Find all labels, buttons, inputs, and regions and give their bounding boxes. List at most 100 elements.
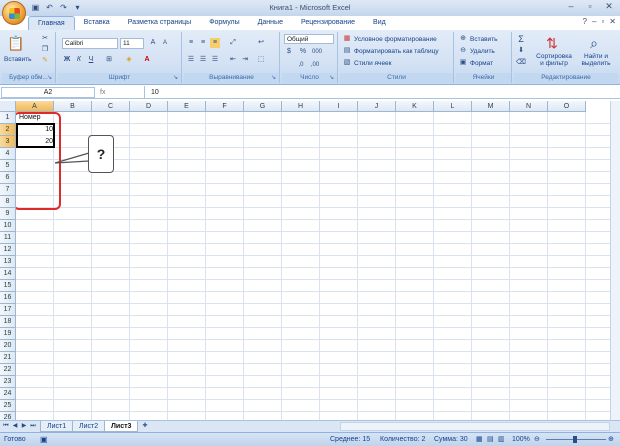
close-button[interactable]: ✕: [600, 1, 618, 13]
column-header-g[interactable]: G: [244, 101, 282, 112]
align-middle-icon[interactable]: ≡: [198, 38, 208, 48]
align-center-icon[interactable]: ☰: [198, 55, 208, 65]
row-header-12[interactable]: 12: [0, 244, 16, 256]
tab-review[interactable]: Рецензирование: [292, 16, 364, 30]
find-select-button[interactable]: Найти и выделить: [576, 53, 616, 67]
delete-cells-icon[interactable]: ⊖: [458, 46, 468, 56]
row-header-13[interactable]: 13: [0, 256, 16, 268]
bold-button[interactable]: Ж: [62, 55, 72, 65]
underline-button[interactable]: Ч: [86, 55, 96, 65]
zoom-out-icon[interactable]: ⊖: [534, 433, 540, 446]
thousands-button[interactable]: 000: [312, 47, 322, 57]
number-launcher-icon[interactable]: ↘: [329, 75, 336, 82]
ribbon-close-icon[interactable]: ✕: [609, 17, 616, 26]
column-header-k[interactable]: K: [396, 101, 434, 112]
text-orientation-icon[interactable]: ⤢: [228, 38, 238, 48]
decrease-indent-icon[interactable]: ⇤: [228, 55, 238, 65]
view-layout-icon[interactable]: ▤: [487, 433, 494, 446]
column-header-e[interactable]: E: [168, 101, 206, 112]
help-icon[interactable]: ?: [583, 17, 587, 26]
row-header-16[interactable]: 16: [0, 292, 16, 304]
format-cells-icon[interactable]: ▣: [458, 58, 468, 68]
find-select-icon[interactable]: ⌕: [584, 34, 604, 52]
zoom-in-icon[interactable]: ⊕: [608, 433, 614, 446]
insert-cells-button[interactable]: Вставить: [470, 36, 498, 43]
row-header-23[interactable]: 23: [0, 376, 16, 388]
wrap-text-icon[interactable]: ↩: [256, 38, 266, 48]
row-header-6[interactable]: 6: [0, 172, 16, 184]
align-right-icon[interactable]: ☰: [210, 55, 220, 65]
clipboard-launcher-icon[interactable]: ↘: [47, 75, 54, 82]
insert-cells-icon[interactable]: ⊕: [458, 34, 468, 44]
font-size-select[interactable]: 11: [120, 38, 144, 49]
sheet-tab-3[interactable]: Лист3: [104, 421, 139, 432]
row-header-21[interactable]: 21: [0, 352, 16, 364]
vertical-scrollbar[interactable]: [610, 101, 620, 420]
last-sheet-icon[interactable]: ⏭: [29, 422, 37, 431]
column-header-o[interactable]: O: [548, 101, 586, 112]
fill-color-icon[interactable]: ◈: [124, 55, 134, 65]
row-header-18[interactable]: 18: [0, 316, 16, 328]
column-header-c[interactable]: C: [92, 101, 130, 112]
tab-formulas[interactable]: Формулы: [200, 16, 248, 30]
column-header-i[interactable]: I: [320, 101, 358, 112]
column-header-h[interactable]: H: [282, 101, 320, 112]
conditional-format-icon[interactable]: ▦: [342, 34, 352, 44]
row-header-1[interactable]: 1: [0, 112, 16, 124]
cell-styles-icon[interactable]: ▧: [342, 58, 352, 68]
fx-label[interactable]: fx: [100, 87, 140, 98]
paste-icon[interactable]: 📋: [6, 34, 26, 52]
insert-sheet-icon[interactable]: ✚: [140, 422, 150, 431]
copy-icon[interactable]: ❐: [40, 45, 50, 55]
row-header-15[interactable]: 15: [0, 280, 16, 292]
align-top-icon[interactable]: ≡: [186, 38, 196, 48]
sort-filter-icon[interactable]: ⇅: [542, 34, 562, 52]
decrease-decimal-icon[interactable]: ,00: [310, 60, 320, 70]
column-header-j[interactable]: J: [358, 101, 396, 112]
horizontal-scrollbar[interactable]: [340, 422, 610, 431]
number-format-select[interactable]: Общий: [284, 34, 334, 44]
row-header-20[interactable]: 20: [0, 340, 16, 352]
tab-home[interactable]: Главная: [28, 16, 75, 30]
tab-insert[interactable]: Вставка: [75, 16, 119, 30]
view-normal-icon[interactable]: ▦: [476, 433, 483, 446]
zoom-slider-thumb[interactable]: [573, 436, 577, 443]
sheet-tab-1[interactable]: Лист1: [40, 421, 74, 432]
fill-icon[interactable]: ⬇: [516, 46, 526, 56]
autosum-button[interactable]: Σ: [516, 34, 526, 44]
currency-icon[interactable]: $: [284, 47, 294, 57]
sort-filter-button[interactable]: Сортировка и фильтр: [536, 53, 572, 67]
alignment-launcher-icon[interactable]: ↘: [271, 75, 278, 82]
row-header-9[interactable]: 9: [0, 208, 16, 220]
row-header-10[interactable]: 10: [0, 220, 16, 232]
increase-decimal-icon[interactable]: ,0: [296, 60, 306, 70]
row-header-7[interactable]: 7: [0, 184, 16, 196]
row-header-17[interactable]: 17: [0, 304, 16, 316]
row-header-3[interactable]: 3: [0, 136, 16, 148]
row-header-4[interactable]: 4: [0, 148, 16, 160]
zoom-level[interactable]: 100%: [512, 433, 530, 446]
font-color-icon[interactable]: A: [142, 55, 152, 65]
ribbon-restore-icon[interactable]: ▫: [601, 17, 604, 26]
first-sheet-icon[interactable]: ⏮: [2, 422, 10, 431]
tab-view[interactable]: Вид: [364, 16, 395, 30]
delete-cells-button[interactable]: Удалить: [470, 48, 495, 55]
paste-button[interactable]: Вставить: [4, 56, 32, 63]
italic-button[interactable]: К: [74, 55, 84, 65]
row-header-25[interactable]: 25: [0, 400, 16, 412]
view-pagebreak-icon[interactable]: ▥: [498, 433, 505, 446]
row-header-11[interactable]: 11: [0, 232, 16, 244]
format-painter-icon[interactable]: ✎: [40, 56, 50, 66]
font-grow-icon[interactable]: A: [148, 38, 158, 48]
name-box[interactable]: A2: [1, 87, 95, 98]
conditional-format-button[interactable]: Условное форматирование: [354, 36, 437, 43]
row-header-22[interactable]: 22: [0, 364, 16, 376]
row-header-14[interactable]: 14: [0, 268, 16, 280]
row-header-8[interactable]: 8: [0, 196, 16, 208]
office-button[interactable]: [2, 1, 26, 25]
column-header-f[interactable]: F: [206, 101, 244, 112]
format-table-icon[interactable]: ▤: [342, 46, 352, 56]
font-name-select[interactable]: Calibri: [62, 38, 118, 49]
column-header-d[interactable]: D: [130, 101, 168, 112]
align-left-icon[interactable]: ☰: [186, 55, 196, 65]
